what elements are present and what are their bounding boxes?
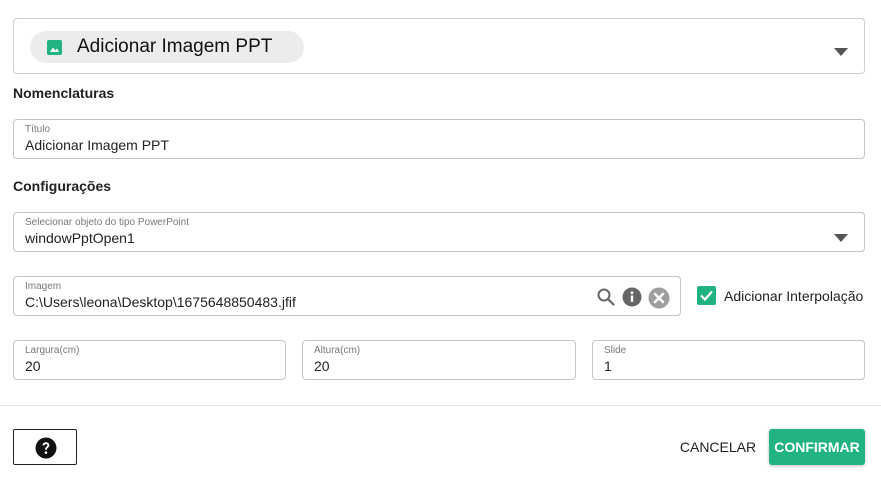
command-title: Adicionar Imagem PPT — [77, 36, 273, 57]
confirm-button[interactable]: CONFIRMAR — [769, 429, 865, 465]
slide-value: 1 — [604, 358, 612, 374]
largura-field[interactable]: Largura(cm) 20 — [13, 340, 286, 380]
ppt-object-label: Selecionar objeto do tipo PowerPoint — [25, 217, 189, 228]
interpolacao-label: Adicionar Interpolação — [724, 288, 864, 304]
slide-field[interactable]: Slide 1 — [592, 340, 865, 380]
imagem-value: C:\Users\leona\Desktop\1675648850483.jfi… — [25, 294, 296, 310]
section-nomenclaturas: Nomenclaturas — [13, 85, 115, 101]
clear-icon[interactable] — [648, 287, 670, 309]
titulo-value: Adicionar Imagem PPT — [25, 137, 169, 153]
command-chip: Adicionar Imagem PPT — [30, 31, 304, 63]
titulo-field[interactable]: Título Adicionar Imagem PPT — [13, 119, 865, 159]
footer-divider — [0, 405, 881, 406]
altura-label: Altura(cm) — [314, 345, 361, 356]
imagem-field[interactable]: Imagem C:\Users\leona\Desktop\1675648850… — [13, 276, 681, 316]
help-icon — [35, 437, 57, 459]
help-button[interactable] — [13, 429, 77, 465]
slide-label: Slide — [604, 345, 627, 356]
titulo-label: Título — [25, 124, 51, 135]
section-configuracoes: Configurações — [13, 178, 112, 194]
checkbox-checked-icon[interactable] — [697, 286, 716, 305]
imagem-label: Imagem — [25, 281, 62, 292]
command-header[interactable]: Adicionar Imagem PPT — [13, 18, 865, 74]
largura-label: Largura(cm) — [25, 345, 80, 356]
altura-field[interactable]: Altura(cm) 20 — [302, 340, 576, 380]
cancel-button[interactable]: CANCELAR — [672, 431, 764, 463]
caret-down-icon[interactable] — [834, 43, 848, 56]
largura-value: 20 — [25, 358, 41, 374]
caret-down-icon[interactable] — [834, 229, 848, 242]
image-icon — [47, 40, 62, 55]
altura-value: 20 — [314, 358, 330, 374]
search-icon[interactable] — [596, 287, 616, 307]
ppt-object-select[interactable]: Selecionar objeto do tipo PowerPoint win… — [13, 212, 865, 252]
info-icon[interactable] — [622, 287, 642, 307]
ppt-object-value: windowPptOpen1 — [25, 230, 135, 246]
